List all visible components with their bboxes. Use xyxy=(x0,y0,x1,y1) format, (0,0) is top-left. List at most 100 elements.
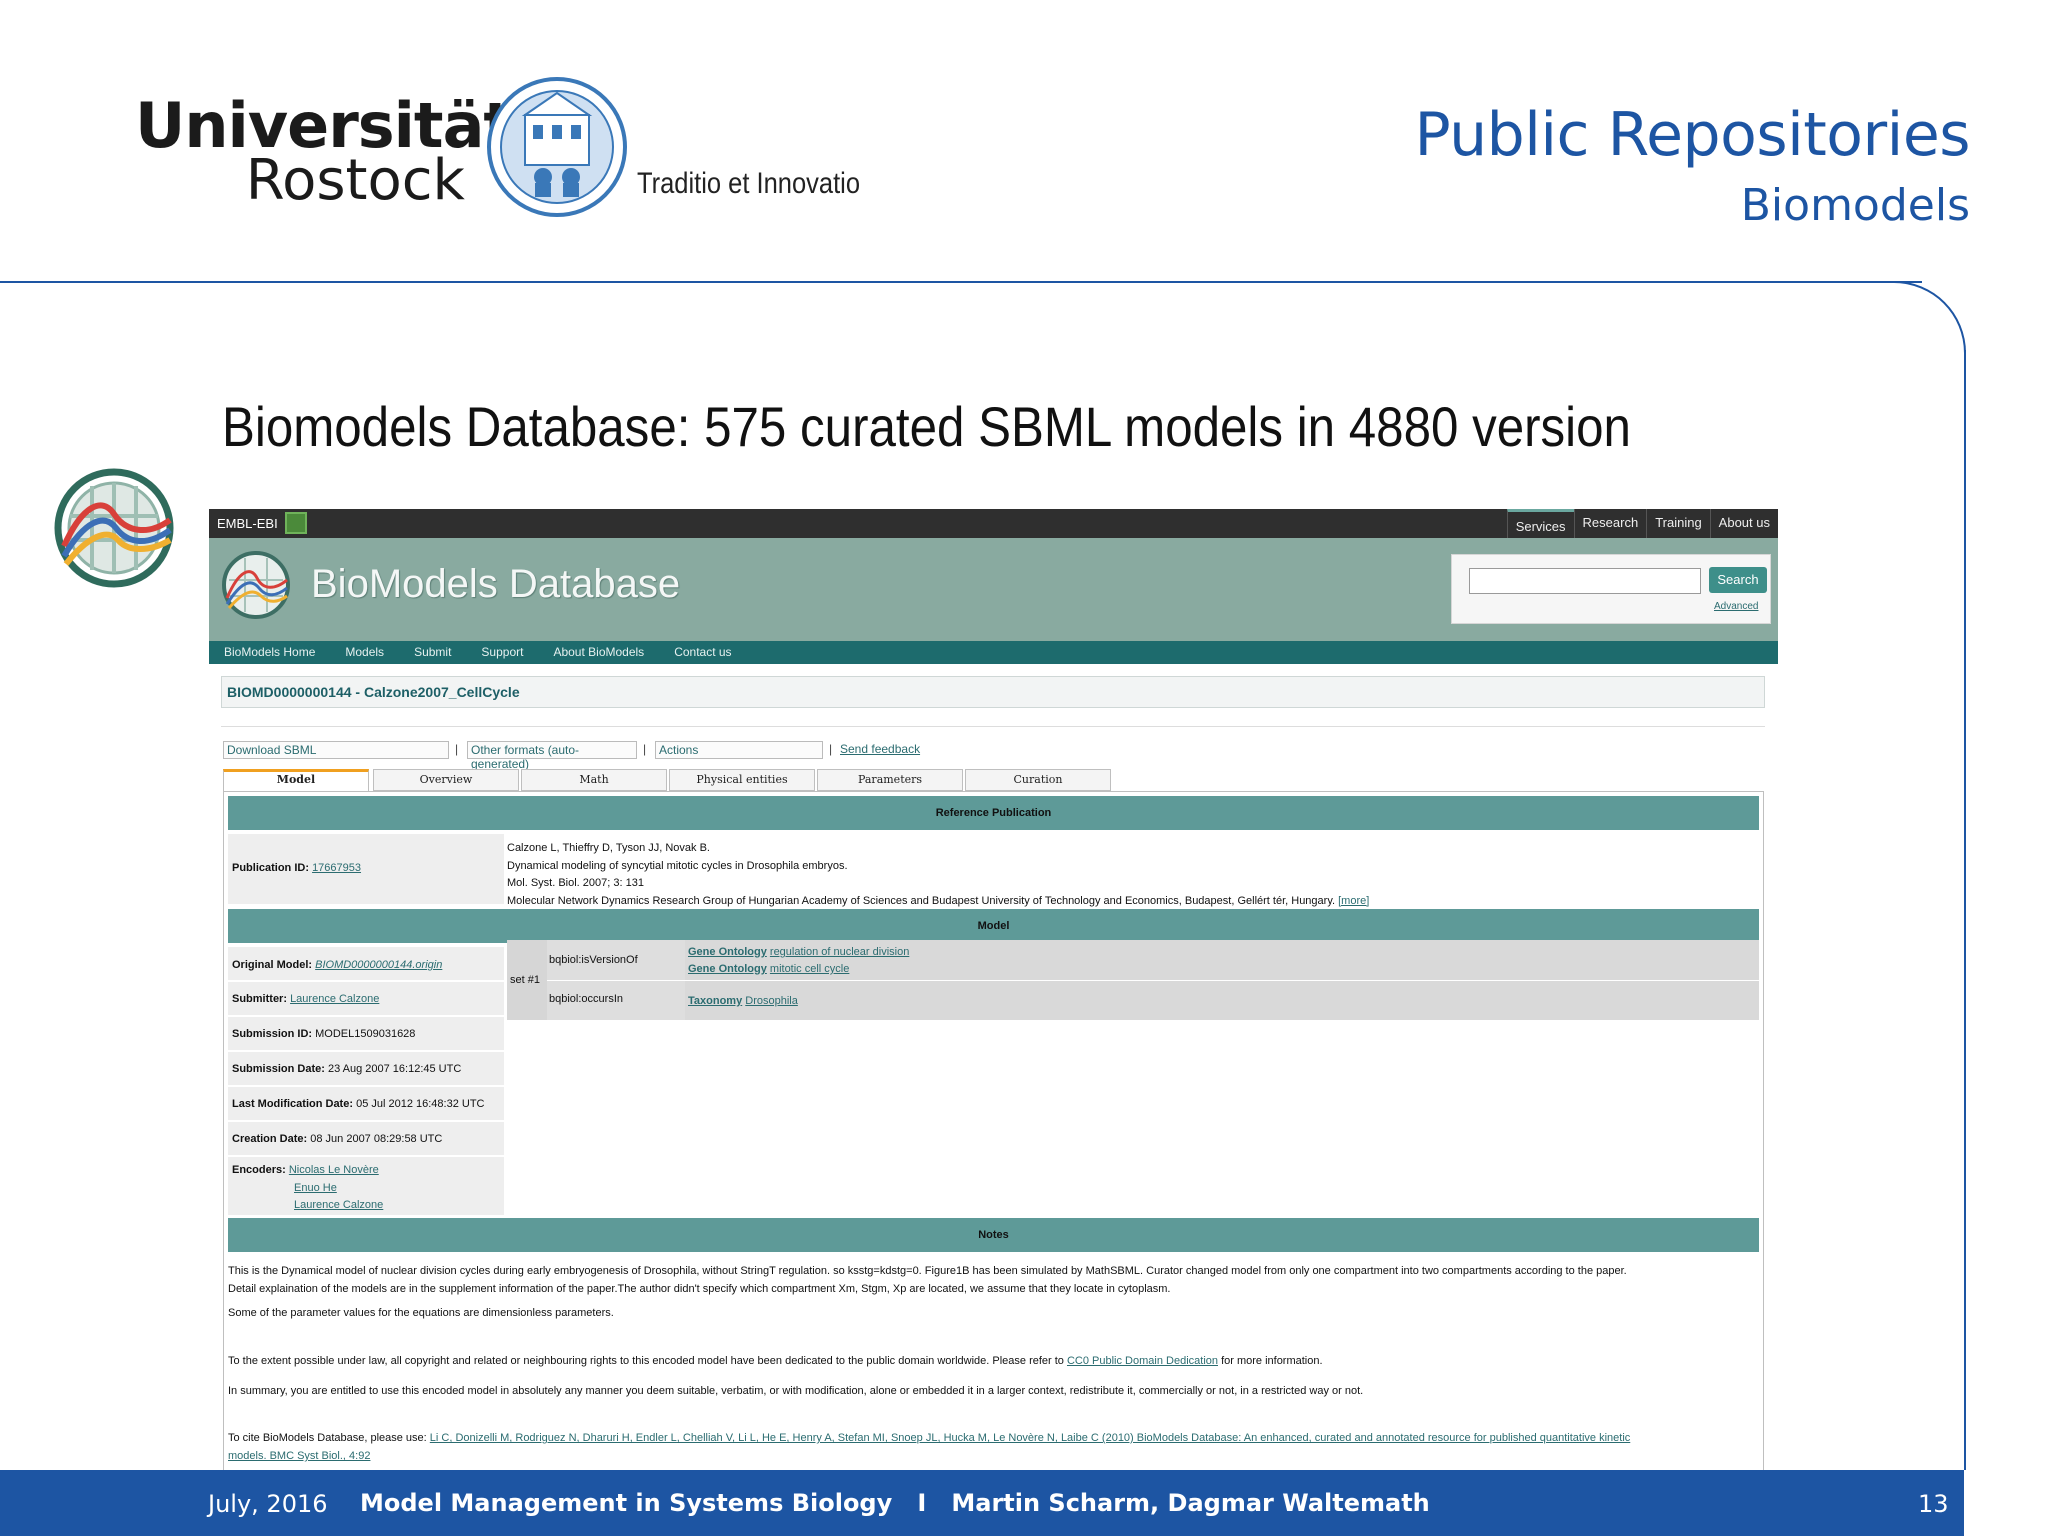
nav-support[interactable]: Support xyxy=(466,641,538,664)
notes-paragraph: This is the Dynamical model of nuclear d… xyxy=(228,1262,1758,1298)
ebi-brand[interactable]: EMBL-EBI xyxy=(217,516,278,531)
biomodels-logo-icon xyxy=(54,468,174,588)
topnav-about[interactable]: About us xyxy=(1709,509,1778,538)
submission-id-cell: Submission ID: MODEL1509031628 xyxy=(228,1017,504,1050)
tab-overview[interactable]: Overview xyxy=(373,769,519,791)
topnav-research[interactable]: Research xyxy=(1573,509,1647,538)
qualifier-is-version-of: bqbiol:isVersionOf xyxy=(547,940,685,980)
citation-paragraph: To cite BioModels Database, please use: … xyxy=(228,1429,1758,1465)
university-city: Rostock xyxy=(245,148,465,213)
model-content: Reference Publication Publication ID: 17… xyxy=(223,791,1764,1471)
citation-text: To cite BioModels Database, please use: xyxy=(228,1432,427,1444)
footer-separator: I xyxy=(917,1489,927,1517)
ebi-top-nav: Services Research Training About us xyxy=(1506,509,1778,538)
notes-text: In summary, you are entitled to use this… xyxy=(228,1385,1364,1397)
slide-headline: Biomodels Database: 575 curated SBML mod… xyxy=(222,395,1631,458)
submission-date-value: 23 Aug 2007 16:12:45 UTC xyxy=(327,1063,462,1075)
citation-link[interactable]: Li C, Donizelli M, Rodriguez N, Dharuri … xyxy=(430,1432,1630,1444)
term-link[interactable]: regulation of nuclear division xyxy=(770,946,909,958)
tab-curation[interactable]: Curation xyxy=(965,769,1111,791)
original-model-link[interactable]: BIOMD0000000144.origin xyxy=(315,959,442,971)
biomodels-title[interactable]: BioModels Database xyxy=(311,562,680,607)
cc0-link[interactable]: CC0 Public Domain Dedication xyxy=(1067,1355,1218,1367)
annotation-values-2: Taxonomy Drosophila xyxy=(685,981,1759,1020)
topnav-training[interactable]: Training xyxy=(1646,509,1709,538)
divider xyxy=(221,726,1765,727)
slide-footer: July, 2016 Model Management in Systems B… xyxy=(0,1470,1964,1536)
submitter-link[interactable]: Laurence Calzone xyxy=(290,993,379,1005)
creation-date-label: Creation Date: xyxy=(232,1133,308,1145)
footer-talk: Model Management in Systems Biology xyxy=(360,1489,893,1517)
ebi-cube-icon xyxy=(285,512,307,534)
publication-id-cell: Publication ID: 17667953 xyxy=(228,834,504,904)
submission-id-value: MODEL1509031628 xyxy=(315,1028,416,1040)
model-title: BIOMD0000000144 - Calzone2007_CellCycle xyxy=(227,684,520,700)
actions-separator: | xyxy=(829,742,833,756)
download-sbml-select[interactable]: Download SBML xyxy=(223,741,449,759)
notes-text: Some of the parameter values for the equ… xyxy=(228,1307,614,1319)
license-text: for more information. xyxy=(1221,1355,1323,1367)
search-input[interactable] xyxy=(1469,568,1701,594)
nav-contact[interactable]: Contact us xyxy=(659,641,746,664)
last-modification-label: Last Modification Date: xyxy=(232,1098,354,1110)
publication-title: Dynamical modeling of syncytial mitotic … xyxy=(507,859,848,872)
ontology-link[interactable]: Gene Ontology xyxy=(688,963,767,975)
creation-date-value: 08 Jun 2007 08:29:58 UTC xyxy=(310,1133,443,1145)
term-link[interactable]: Drosophila xyxy=(745,995,798,1007)
publication-id-link[interactable]: 17667953 xyxy=(312,862,361,874)
notes-text: Detail explaination of the models are in… xyxy=(228,1283,1171,1295)
model-actions-bar: Download SBML | Other formats (auto-gene… xyxy=(223,741,1123,771)
ontology-link[interactable]: Taxonomy xyxy=(688,995,742,1007)
nav-models[interactable]: Models xyxy=(330,641,399,664)
send-feedback-link[interactable]: Send feedback xyxy=(840,742,920,756)
ebi-top-bar: EMBL-EBI Services Research Training Abou… xyxy=(209,509,1778,538)
tab-parameters[interactable]: Parameters xyxy=(817,769,963,791)
ontology-link[interactable]: Gene Ontology xyxy=(688,946,767,958)
license-paragraph: To the extent possible under law, all co… xyxy=(228,1352,1758,1370)
last-modification-value: 05 Jul 2012 16:48:32 UTC xyxy=(356,1098,485,1110)
encoder-link[interactable]: Enuo He xyxy=(294,1182,337,1194)
actions-separator: | xyxy=(455,742,459,756)
notes-text: This is the Dynamical model of nuclear d… xyxy=(228,1265,1627,1277)
term-link[interactable]: mitotic cell cycle xyxy=(770,963,849,975)
encoder-link[interactable]: Nicolas Le Novère xyxy=(289,1164,379,1176)
frame-right-rule xyxy=(1964,350,1966,1470)
encoders-cell: Encoders: Nicolas Le Novère Enuo He Laur… xyxy=(228,1157,504,1215)
university-motto: Traditio et Innovatio xyxy=(637,167,861,200)
slide-subtitle: Biomodels xyxy=(1740,180,1970,231)
search-box: Search Advanced xyxy=(1451,554,1771,624)
topnav-services[interactable]: Services xyxy=(1506,509,1574,538)
biomodels-banner-logo-icon[interactable] xyxy=(221,550,291,620)
footer-title: Model Management in Systems Biology I Ma… xyxy=(360,1489,1430,1517)
tab-math[interactable]: Math xyxy=(521,769,667,791)
page-number: 13 xyxy=(1918,1490,1949,1518)
publication-id-label: Publication ID: xyxy=(232,862,309,874)
publication-details: Calzone L, Thieffry D, Tyson JJ, Novak B… xyxy=(507,840,1369,910)
nav-home[interactable]: BioModels Home xyxy=(209,641,330,664)
encoder-link[interactable]: Laurence Calzone xyxy=(294,1199,383,1211)
model-title-box: BIOMD0000000144 - Calzone2007_CellCycle xyxy=(221,676,1765,708)
citation-link[interactable]: models. BMC Syst Biol., 4:92 xyxy=(228,1450,370,1462)
other-formats-select[interactable]: Other formats (auto-generated) xyxy=(467,741,637,771)
publication-affiliation-row: Molecular Network Dynamics Research Grou… xyxy=(507,893,1369,911)
submission-date-cell: Submission Date: 23 Aug 2007 16:12:45 UT… xyxy=(228,1052,504,1085)
advanced-search-link[interactable]: Advanced xyxy=(1714,601,1758,612)
more-link[interactable]: [more] xyxy=(1338,895,1369,907)
nav-submit[interactable]: Submit xyxy=(399,641,466,664)
section-model: Model xyxy=(228,909,1759,943)
tab-model[interactable]: Model xyxy=(223,769,369,791)
frame-top-rule xyxy=(0,281,1922,283)
original-model-cell: Original Model: BIOMD0000000144.origin xyxy=(228,947,504,980)
tab-physical-entities[interactable]: Physical entities xyxy=(669,769,815,791)
last-modification-cell: Last Modification Date: 05 Jul 2012 16:4… xyxy=(228,1087,504,1120)
search-button[interactable]: Search xyxy=(1709,567,1767,593)
nav-about[interactable]: About BioModels xyxy=(538,641,659,664)
actions-select[interactable]: Actions xyxy=(655,741,823,759)
license-text: To the extent possible under law, all co… xyxy=(228,1355,1064,1367)
publication-authors: Calzone L, Thieffry D, Tyson JJ, Novak B… xyxy=(507,842,710,854)
submission-id-label: Submission ID: xyxy=(232,1028,313,1040)
qualifier-occurs-in: bqbiol:occursIn xyxy=(547,981,685,1020)
university-seal-icon xyxy=(487,77,627,217)
section-reference-publication: Reference Publication xyxy=(228,796,1759,830)
actions-separator: | xyxy=(643,742,647,756)
